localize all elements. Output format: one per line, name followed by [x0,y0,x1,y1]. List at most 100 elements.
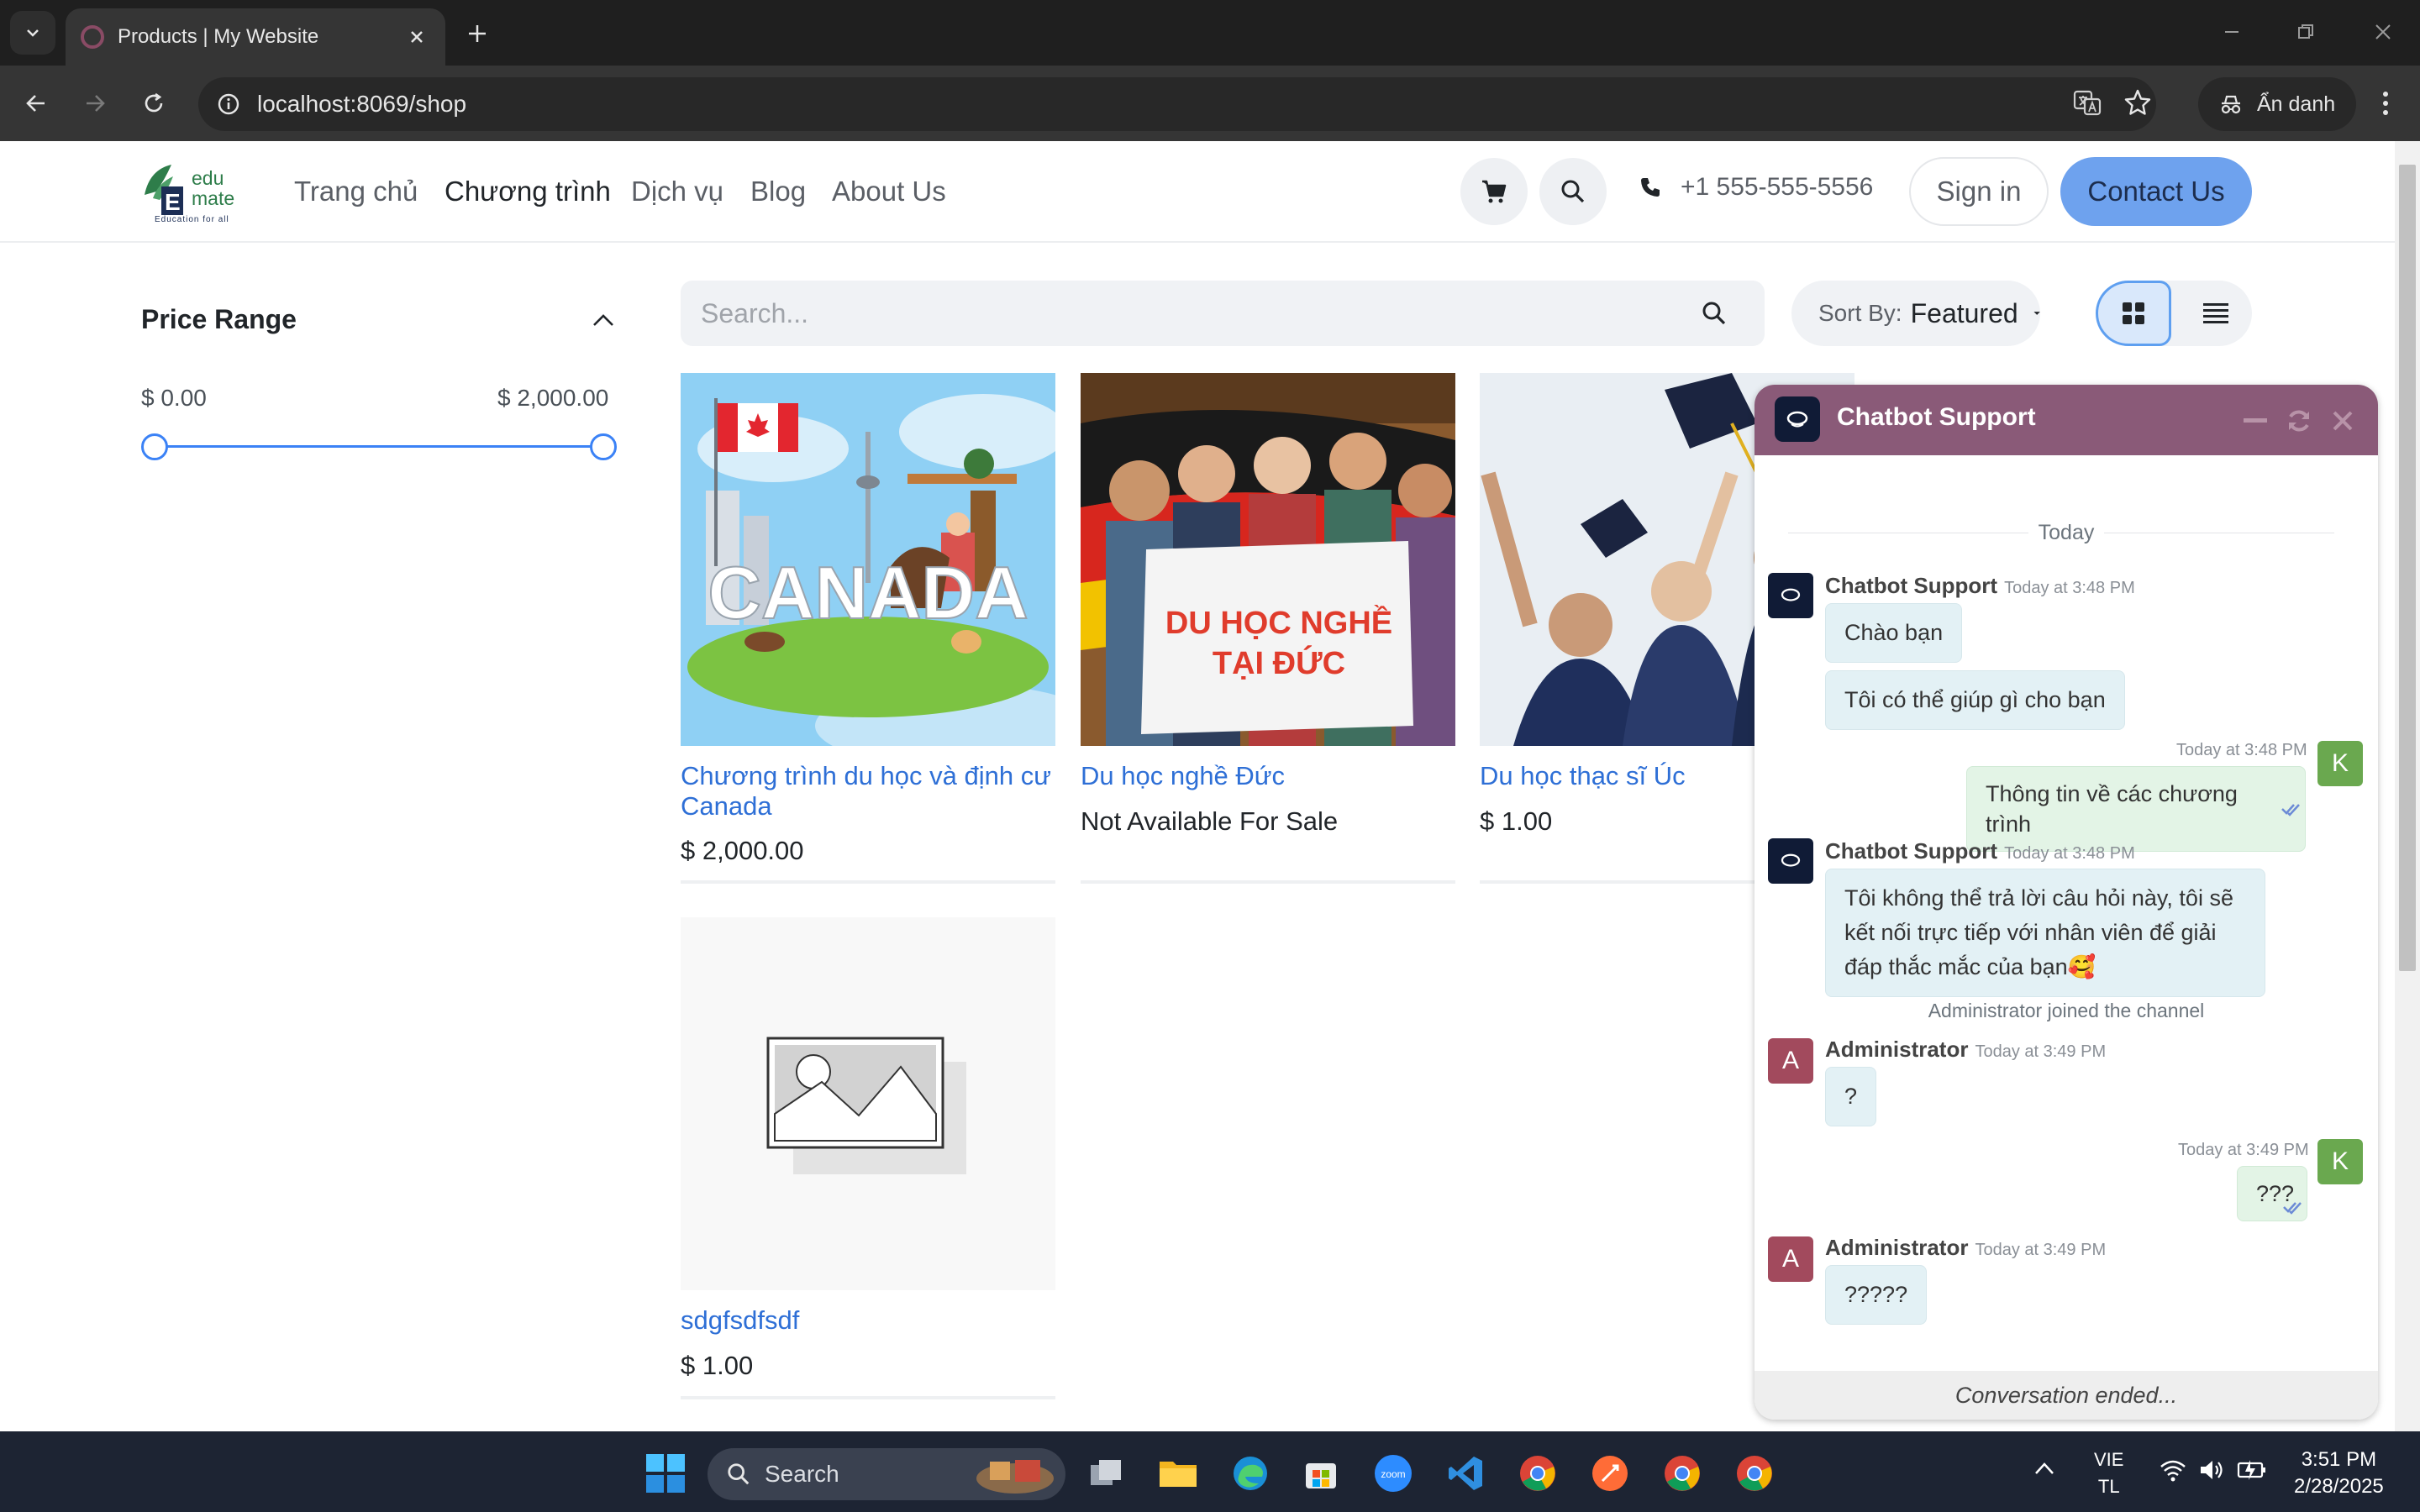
product-name[interactable]: sdgfsdfsdf [681,1305,799,1336]
price-range-collapse-button[interactable] [588,307,618,333]
browser-menu-button[interactable] [2365,82,2407,124]
product-image[interactable]: CANADA [681,373,1055,746]
list-view-button[interactable] [2180,281,2252,346]
back-button[interactable] [15,82,57,124]
edge-app[interactable] [1225,1448,1276,1499]
page-scrollbar-thumb[interactable] [2399,165,2416,971]
browser-tab-bar: Products | My Website [0,0,2420,66]
message-author: Administrator Today at 3:49 PM [1825,1235,2107,1260]
menu-item-services[interactable]: Dịch vụ [631,175,723,208]
taskbar-clock[interactable]: 3:51 PM 2/28/2025 [2294,1446,2384,1500]
product-image[interactable]: DU HỌC NGHỀ TẠI ĐỨC [1081,373,1455,746]
sign-in-button[interactable]: Sign in [1909,157,2049,226]
message-time: Today at 3:48 PM [2004,844,2135,863]
file-explorer-app[interactable] [1153,1448,1203,1499]
chrome-profile-app[interactable] [1657,1448,1707,1499]
chrome-incognito-app[interactable] [1729,1448,1780,1499]
phone-link[interactable]: +1 555-555-5556 [1639,173,1873,202]
double-check-icon [2283,1202,2302,1215]
sort-label: Sort By: [1818,300,1902,326]
minimize-window-button[interactable] [2210,15,2254,49]
svg-text:zoom: zoom [1381,1468,1405,1480]
tab-search-dropdown[interactable] [10,11,55,55]
chatbot-avatar [1768,838,1813,884]
sort-dropdown[interactable]: Sort By: Featured [1791,281,2040,346]
windows-logo-icon [646,1454,685,1493]
product-image-placeholder[interactable] [681,917,1055,1290]
minimize-icon [2225,31,2238,33]
chevron-up-icon [2035,1462,2054,1474]
close-icon [2375,24,2391,39]
price-slider-min-handle[interactable] [141,433,168,460]
vscode-app[interactable] [1440,1448,1491,1499]
bookmark-star-icon[interactable] [2123,87,2156,121]
zoom-app[interactable]: zoom [1368,1448,1418,1499]
product-search-button[interactable] [1697,297,1731,330]
url-text: localhost:8069/shop [257,91,467,117]
cart-button[interactable] [1460,158,1528,225]
site-search-button[interactable] [1539,158,1607,225]
taskbar-search[interactable]: Search [708,1448,1065,1500]
product-name[interactable]: Du học thạc sĩ Úc [1480,761,1686,791]
chrome-icon [1665,1456,1700,1491]
address-bar[interactable]: localhost:8069/shop [198,77,2156,131]
chat-minimize-button[interactable] [2240,407,2270,435]
site-header: E edu mate Education for all Trang chủ C… [0,141,2395,243]
logo-text-top: edu [192,167,224,189]
message-author: Chatbot Support Today at 3:48 PM [1825,838,2135,864]
store-icon [1306,1463,1336,1488]
contact-us-button[interactable]: Contact Us [2060,157,2252,226]
chatbot-avatar [1768,573,1813,618]
message-bubble: Chào bạn [1825,603,1963,663]
postman-icon [1592,1456,1628,1491]
incognito-label: Ẩn danh [2257,92,2336,116]
grid-icon [2123,302,2144,324]
chat-close-button[interactable] [2328,407,2358,435]
search-highlight-icon [976,1460,1054,1494]
ms-store-app[interactable] [1296,1448,1346,1499]
price-slider-max-handle[interactable] [590,433,617,460]
product-name[interactable]: Du học nghề Đức [1081,761,1285,791]
product-image-text: CANADA [708,551,1028,634]
price-slider-track[interactable] [155,445,603,448]
menu-item-about[interactable]: About Us [832,175,946,208]
minimize-icon [2244,418,2267,423]
zoom-icon: zoom [1375,1455,1412,1492]
postman-app[interactable] [1585,1448,1635,1499]
reload-button[interactable] [133,82,175,124]
system-tray[interactable] [2160,1457,2267,1483]
admin-avatar: A [1768,1236,1813,1282]
input-language-indicator[interactable]: VIE TL [2094,1446,2123,1500]
site-info-icon[interactable] [212,87,245,121]
product-name[interactable]: Chương trình du học và định cư Canada [681,761,1055,822]
message-time: Today at 3:49 PM [1975,1042,2107,1061]
product-search-input[interactable] [681,281,1689,346]
tab-close-button[interactable] [402,22,432,52]
card-divider [681,1396,1055,1399]
menu-item-home[interactable]: Trang chủ [294,175,418,208]
forward-button[interactable] [74,82,116,124]
translate-icon[interactable] [2072,87,2106,121]
product-card: DU HỌC NGHỀ TẠI ĐỨC Du học nghề Đức Not … [1081,373,1455,885]
close-window-button[interactable] [2361,15,2405,49]
menu-item-blog[interactable]: Blog [750,175,806,208]
message-bubble: Tôi không thể trả lời câu hỏi này, tôi s… [1825,869,2265,997]
show-hidden-icons-button[interactable] [2033,1460,2055,1477]
start-button[interactable] [640,1448,691,1499]
chrome-app[interactable] [1512,1448,1563,1499]
browser-tab[interactable]: Products | My Website [66,8,445,66]
chatbot-logo [1775,396,1820,442]
restore-window-button[interactable] [2284,15,2328,49]
menu-item-programs[interactable]: Chương trình [445,175,611,208]
chrome-icon [1737,1456,1772,1491]
chat-restart-button[interactable] [2284,407,2314,435]
new-tab-button[interactable] [460,17,494,50]
site-logo[interactable]: E edu mate Education for all [141,158,242,227]
chat-window: Chatbot Support Today Chatbot Support Tod… [1754,385,2378,1420]
incognito-indicator[interactable]: Ẩn danh [2198,77,2356,131]
task-view-app[interactable] [1081,1448,1131,1499]
grid-view-button[interactable] [2096,281,2171,346]
plus-icon [469,25,486,42]
chevron-down-icon [27,29,39,37]
product-card: CANADA Chương trình du học và định cư Ca… [681,373,1055,885]
